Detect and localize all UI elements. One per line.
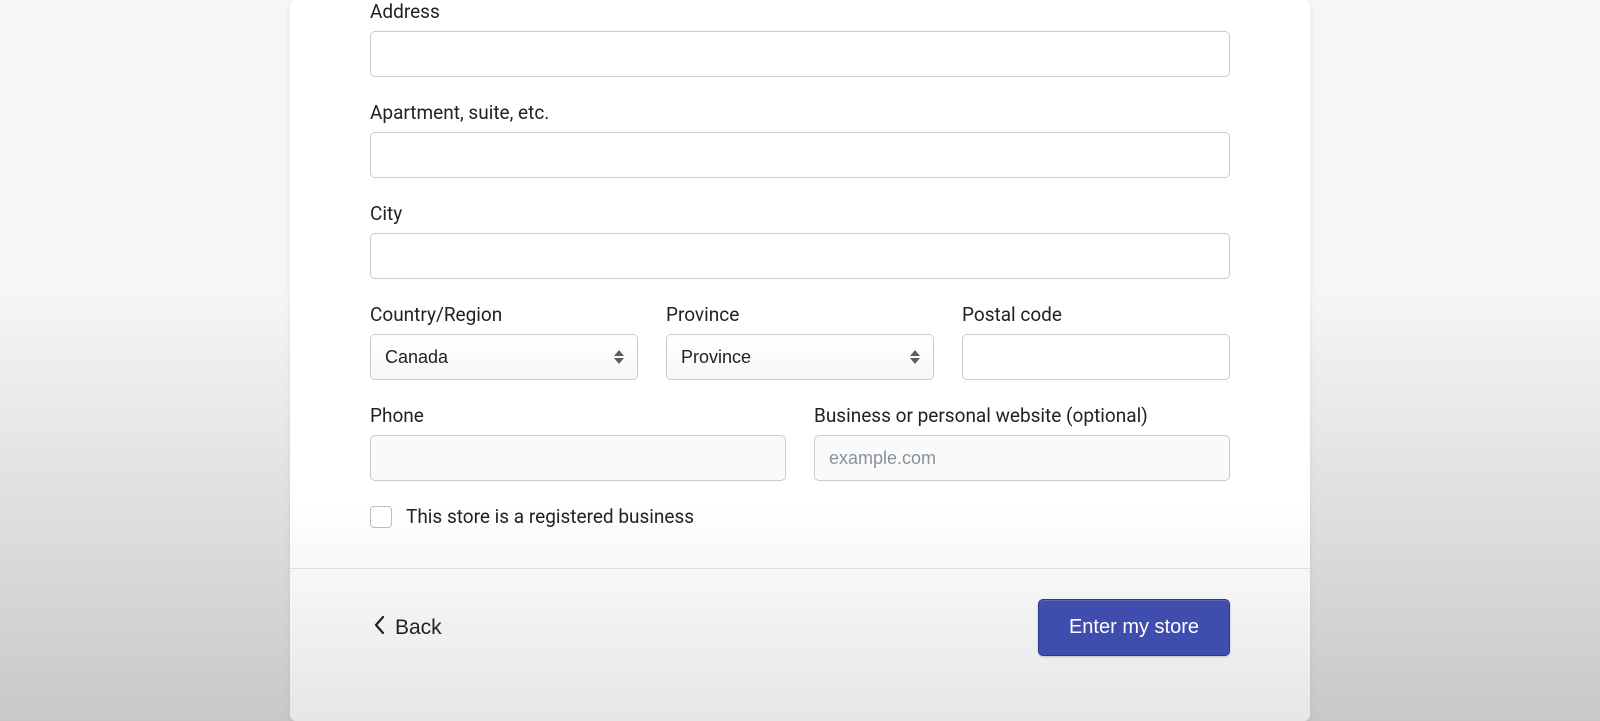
registered-business-label: This store is a registered business — [406, 505, 694, 528]
city-input[interactable] — [370, 233, 1230, 279]
back-button-label: Back — [395, 616, 442, 640]
setup-card: Address Apartment, suite, etc. City Coun… — [290, 0, 1310, 721]
chevron-left-icon — [374, 616, 385, 640]
address-input[interactable] — [370, 31, 1230, 77]
website-input[interactable] — [814, 435, 1230, 481]
province-select[interactable]: Province — [666, 334, 934, 380]
postal-label: Postal code — [962, 303, 1230, 326]
phone-input[interactable] — [370, 435, 786, 481]
address-label: Address — [370, 0, 1230, 23]
registered-business-row: This store is a registered business — [370, 505, 1230, 528]
country-field-group: Country/Region Canada — [370, 303, 638, 380]
country-label: Country/Region — [370, 303, 638, 326]
apartment-label: Apartment, suite, etc. — [370, 101, 1230, 124]
city-field-group: City — [370, 202, 1230, 279]
province-field-group: Province Province — [666, 303, 934, 380]
back-button[interactable]: Back — [370, 610, 446, 646]
city-label: City — [370, 202, 1230, 225]
card-footer: Back Enter my store — [290, 569, 1310, 696]
apartment-field-group: Apartment, suite, etc. — [370, 101, 1230, 178]
postal-field-group: Postal code — [962, 303, 1230, 380]
enter-store-button-label: Enter my store — [1069, 616, 1199, 638]
address-field-group: Address — [370, 0, 1230, 77]
postal-input[interactable] — [962, 334, 1230, 380]
province-select-wrap: Province — [666, 334, 934, 380]
apartment-input[interactable] — [370, 132, 1230, 178]
phone-field-group: Phone — [370, 404, 786, 481]
website-field-group: Business or personal website (optional) — [814, 404, 1230, 481]
registered-business-checkbox[interactable] — [370, 506, 392, 528]
phone-label: Phone — [370, 404, 786, 427]
province-label: Province — [666, 303, 934, 326]
contact-row: Phone Business or personal website (opti… — [370, 404, 1230, 481]
country-select[interactable]: Canada — [370, 334, 638, 380]
enter-store-button[interactable]: Enter my store — [1038, 599, 1230, 656]
region-row: Country/Region Canada Province Province — [370, 303, 1230, 380]
website-label: Business or personal website (optional) — [814, 404, 1230, 427]
country-select-wrap: Canada — [370, 334, 638, 380]
address-form: Address Apartment, suite, etc. City Coun… — [290, 0, 1310, 568]
